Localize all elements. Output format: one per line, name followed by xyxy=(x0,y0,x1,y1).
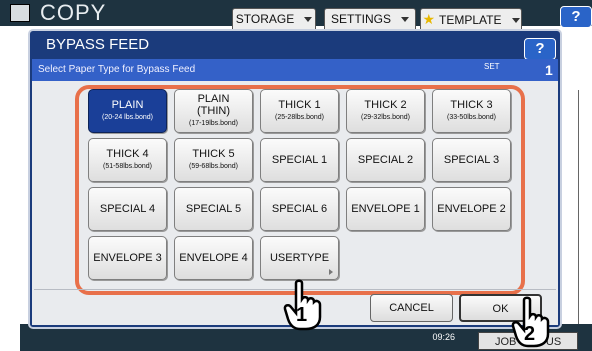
paper-type-label: THICK 4 xyxy=(106,148,149,160)
paper-type-label: ENVELOPE 4 xyxy=(179,252,248,264)
step-2-marker: 2 xyxy=(524,323,536,345)
chevron-down-icon xyxy=(511,18,520,24)
status-bar-left xyxy=(0,324,20,351)
step-1-marker: 1 xyxy=(296,304,308,326)
dialog-subheader: Select Paper Type for Bypass Feed SET 1 xyxy=(32,59,558,81)
paper-type-label: PLAIN xyxy=(111,99,144,111)
paper-type-label: ENVELOPE 3 xyxy=(93,252,162,264)
paper-type-label: THICK 1 xyxy=(278,99,321,111)
tab-storage-label: STORAGE xyxy=(235,12,295,26)
paper-type-button[interactable]: ENVELOPE 1 xyxy=(346,187,425,231)
set-label: SET xyxy=(484,62,500,71)
tab-template[interactable]: ★ TEMPLATE xyxy=(420,8,522,30)
tab-settings-label: SETTINGS xyxy=(330,12,391,26)
tab-storage[interactable]: STORAGE xyxy=(232,8,316,30)
submenu-arrow-icon xyxy=(329,269,333,275)
paper-type-button[interactable]: ENVELOPE 4 xyxy=(174,236,253,280)
paper-weight-range: (25-28lbs.bond) xyxy=(274,114,325,121)
cancel-button[interactable]: CANCEL xyxy=(370,294,453,322)
paper-type-button[interactable]: ENVELOPE 2 xyxy=(432,187,511,231)
clock: 09:26 xyxy=(405,332,455,349)
tab-template-label: TEMPLATE xyxy=(439,13,502,27)
chevron-down-icon xyxy=(304,17,313,23)
paper-type-button[interactable]: PLAIN (THIN) (17-19lbs.bond) xyxy=(174,89,253,133)
paper-type-label: ENVELOPE 1 xyxy=(351,203,420,215)
screen: COPY STORAGE SETTINGS ★ TEMPLATE ? 09:26 … xyxy=(0,0,592,351)
paper-type-label: SPECIAL 3 xyxy=(443,154,500,166)
set-count: 1 xyxy=(545,62,553,78)
help-button[interactable]: ? xyxy=(524,38,556,60)
paper-type-button[interactable]: SPECIAL 3 xyxy=(432,138,511,182)
paper-weight-range: (29-32lbs.bond) xyxy=(360,114,411,121)
paper-type-button[interactable]: THICK 2 (29-32lbs.bond) xyxy=(346,89,425,133)
star-icon: ★ xyxy=(422,11,436,27)
paper-type-button[interactable]: THICK 3 (33-50lbs.bond) xyxy=(432,89,511,133)
paper-type-button[interactable]: SPECIAL 4 xyxy=(88,187,167,231)
paper-type-label: SPECIAL 6 xyxy=(271,203,328,215)
paper-weight-range: (51-58lbs.bond) xyxy=(102,163,153,170)
paper-type-label: THICK 5 xyxy=(192,148,235,160)
paper-type-button[interactable]: SPECIAL 1 xyxy=(260,138,339,182)
paper-type-button[interactable]: SPECIAL 6 xyxy=(260,187,339,231)
background-panel-edge xyxy=(578,90,592,330)
paper-type-label: SPECIAL 4 xyxy=(99,203,156,215)
paper-type-label: SPECIAL 1 xyxy=(271,154,328,166)
chevron-down-icon xyxy=(401,17,409,23)
paper-type-button[interactable]: USERTYPE xyxy=(260,236,339,280)
paper-type-label: THICK 3 xyxy=(450,99,493,111)
paper-type-label: SPECIAL 2 xyxy=(357,154,414,166)
dialog-title: BYPASS FEED xyxy=(46,36,150,53)
copy-app-icon xyxy=(10,4,30,22)
paper-type-label: SPECIAL 5 xyxy=(185,203,242,215)
paper-type-button[interactable]: ENVELOPE 3 xyxy=(88,236,167,280)
paper-type-button[interactable]: THICK 4 (51-58lbs.bond) xyxy=(88,138,167,182)
paper-type-button[interactable]: THICK 1 (25-28lbs.bond) xyxy=(260,89,339,133)
paper-type-label: USERTYPE xyxy=(269,252,330,264)
paper-type-button[interactable]: PLAIN (20-24 lbs.bond) xyxy=(88,89,167,133)
paper-type-label: PLAIN (THIN) xyxy=(197,93,230,117)
paper-weight-range: (59-68lbs.bond) xyxy=(188,163,239,170)
help-button-background[interactable]: ? xyxy=(560,6,592,28)
paper-type-button[interactable]: SPECIAL 5 xyxy=(174,187,253,231)
paper-type-button[interactable]: THICK 5 (59-68lbs.bond) xyxy=(174,138,253,182)
paper-weight-range: (17-19lbs.bond) xyxy=(188,120,239,127)
tab-settings[interactable]: SETTINGS xyxy=(324,8,416,30)
paper-weight-range: (33-50lbs.bond) xyxy=(446,114,497,121)
copy-screen-title: COPY xyxy=(40,0,107,25)
instruction-text: Select Paper Type for Bypass Feed xyxy=(38,64,196,75)
paper-type-button[interactable]: SPECIAL 2 xyxy=(346,138,425,182)
paper-type-label: THICK 2 xyxy=(364,99,407,111)
paper-type-label: ENVELOPE 2 xyxy=(437,203,506,215)
paper-weight-range: (20-24 lbs.bond) xyxy=(102,114,153,121)
